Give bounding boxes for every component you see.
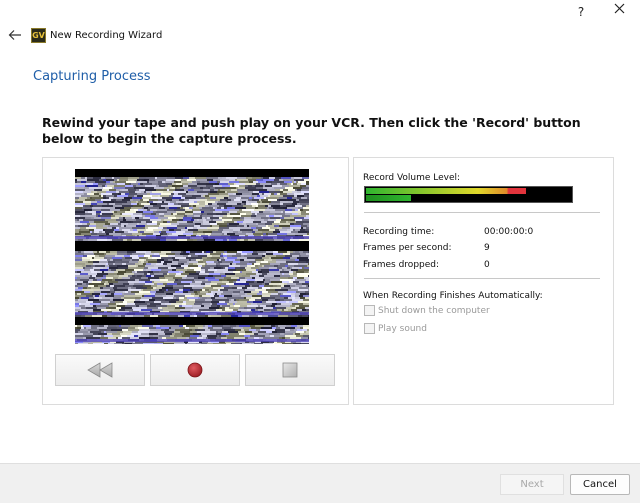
shutdown-option-label: Shut down the computer xyxy=(378,305,490,316)
play-sound-option[interactable]: Play sound xyxy=(364,323,427,334)
recording-time-label: Recording time: xyxy=(363,227,435,237)
shutdown-option[interactable]: Shut down the computer xyxy=(364,305,490,316)
wizard-footer: Next Cancel xyxy=(0,463,640,503)
close-icon xyxy=(614,3,624,14)
play-sound-checkbox[interactable] xyxy=(364,323,375,334)
play-sound-option-label: Play sound xyxy=(378,323,427,334)
back-arrow-icon xyxy=(8,30,21,40)
auto-finish-label: When Recording Finishes Automatically: xyxy=(363,291,543,301)
volume-level-label: Record Volume Level: xyxy=(363,173,461,183)
divider xyxy=(364,212,600,214)
frames-dropped-value: 0 xyxy=(484,260,490,270)
close-button[interactable] xyxy=(606,2,632,22)
fps-value: 9 xyxy=(484,243,490,253)
rewind-icon xyxy=(87,362,113,378)
stop-button[interactable] xyxy=(245,354,335,386)
app-logo: GV xyxy=(31,28,46,43)
recording-status-panel: Record Volume Level: Recording time: 00:… xyxy=(353,157,614,405)
cancel-button[interactable]: Cancel xyxy=(570,474,630,495)
page-title: Capturing Process xyxy=(33,69,151,84)
recording-time-value: 00:00:00:0 xyxy=(484,227,534,237)
preview-panel xyxy=(42,157,349,405)
volume-meter xyxy=(364,186,573,203)
back-button[interactable] xyxy=(6,26,24,44)
next-button[interactable]: Next xyxy=(500,474,564,495)
rewind-button[interactable] xyxy=(55,354,145,386)
shutdown-checkbox[interactable] xyxy=(364,305,375,316)
frames-dropped-label: Frames dropped: xyxy=(363,260,440,270)
help-button[interactable]: ? xyxy=(570,3,592,21)
volume-meter-top-bar xyxy=(366,188,526,194)
fps-label: Frames per second: xyxy=(363,243,452,253)
record-icon xyxy=(187,362,203,378)
volume-meter-bottom-bar xyxy=(366,195,411,201)
window-title: New Recording Wizard xyxy=(50,30,163,41)
wizard-nav: GV New Recording Wizard xyxy=(0,22,640,48)
instructions-text: Rewind your tape and push play on your V… xyxy=(42,115,581,146)
record-button[interactable] xyxy=(150,354,240,386)
video-preview xyxy=(75,169,309,344)
divider xyxy=(364,278,600,280)
stop-icon xyxy=(282,362,298,378)
